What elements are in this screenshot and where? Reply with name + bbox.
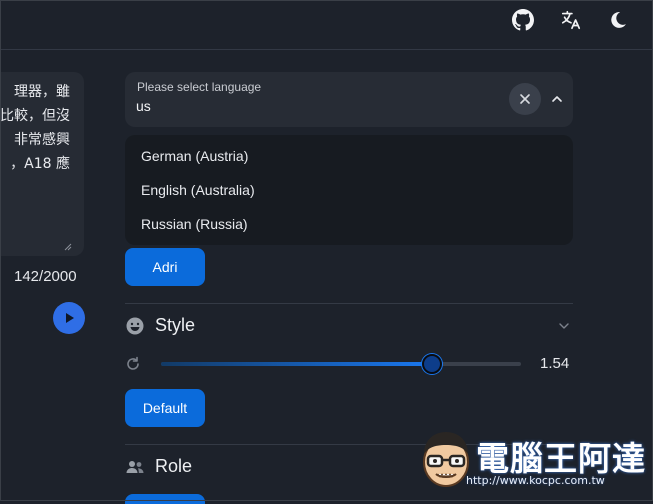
slider-value: 1.54	[540, 355, 570, 372]
text-input-area[interactable]: 理器，雖 比較，但沒 非常感興 ，A18 應	[0, 72, 84, 256]
watermark-url: http://www.kocpc.com.tw	[466, 474, 605, 487]
language-dropdown: German (Austria) English (Australia) Rus…	[125, 135, 573, 245]
role-section-title: Role	[155, 456, 193, 476]
clear-button[interactable]	[509, 83, 541, 115]
language-option[interactable]: Russian (Russia)	[125, 207, 573, 241]
smiley-icon	[125, 316, 145, 336]
github-icon[interactable]	[511, 8, 535, 32]
moon-icon[interactable]	[606, 8, 630, 32]
watermark: 電腦王阿達 http://www.kocpc.com.tw	[410, 422, 650, 498]
slider-fill	[161, 362, 431, 366]
character-count: 142/2000	[14, 268, 77, 285]
language-option[interactable]: English (Australia)	[125, 173, 573, 207]
resize-handle-icon[interactable]	[64, 238, 72, 251]
style-section-header[interactable]: Style	[125, 314, 573, 338]
watermark-text: 電腦王阿達	[476, 439, 646, 478]
style-slider[interactable]	[161, 354, 521, 374]
close-icon	[520, 94, 530, 104]
input-text-line: 理器，雖	[14, 84, 70, 100]
top-bar	[0, 0, 653, 50]
role-button[interactable]	[125, 494, 205, 504]
collapse-button[interactable]	[545, 87, 569, 111]
chevron-down-icon[interactable]	[557, 319, 571, 333]
chevron-up-icon	[552, 96, 562, 102]
input-text: 理器，雖 比較，但沒 非常感興 ，A18 應	[0, 80, 70, 176]
voice-button[interactable]: Adri	[125, 248, 205, 286]
language-option[interactable]: German (Austria)	[125, 139, 573, 173]
translate-icon[interactable]	[559, 8, 583, 32]
language-select-label: Please select language	[137, 80, 262, 94]
input-text-line: 比較，但沒	[0, 108, 70, 124]
play-icon	[66, 313, 74, 323]
input-text-line: 非常感興	[14, 132, 70, 148]
users-icon	[125, 457, 145, 477]
divider	[125, 303, 573, 304]
slider-thumb[interactable]	[422, 354, 442, 374]
language-search-input[interactable]	[136, 98, 476, 114]
style-section-title: Style	[155, 315, 196, 335]
language-select[interactable]: Please select language	[125, 72, 573, 127]
input-text-line: ，A18 應	[10, 156, 70, 172]
reset-icon[interactable]	[125, 356, 141, 372]
default-button[interactable]: Default	[125, 389, 205, 427]
play-button[interactable]	[53, 302, 85, 334]
